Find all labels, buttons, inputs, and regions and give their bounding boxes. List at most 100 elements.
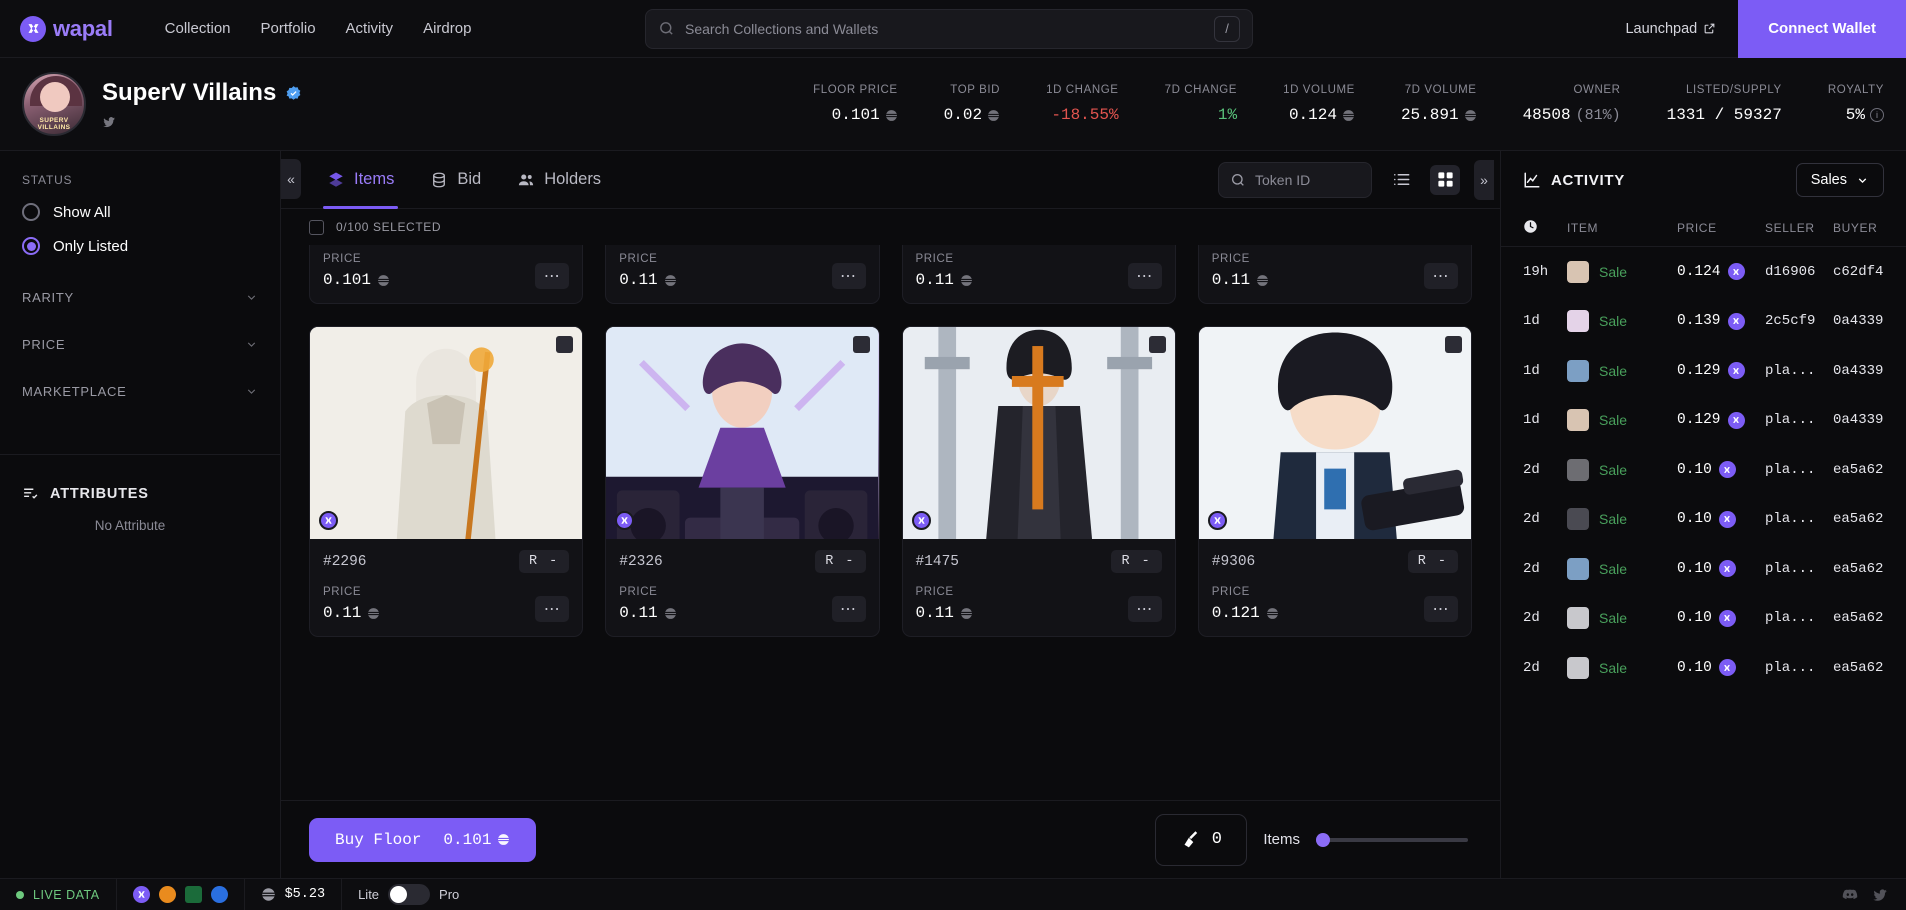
nft-artwork[interactable]	[606, 327, 879, 539]
nft-card[interactable]: #2296 R - PRICE 0.11 ⋯	[309, 326, 584, 637]
activity-row[interactable]: 1d Sale 0.139 2c5cf9 0a4339	[1501, 297, 1906, 347]
movement-chain-icon[interactable]	[184, 886, 202, 903]
collapse-sidebar-button[interactable]: «	[281, 159, 301, 199]
activity-seller[interactable]: 2c5cf9	[1765, 313, 1833, 329]
sweep-count-box[interactable]: 0	[1155, 813, 1248, 866]
activity-row[interactable]: 2d Sale 0.10 pla... ea5a62	[1501, 495, 1906, 545]
nft-artwork[interactable]	[902, 327, 1175, 539]
wapal-chain-icon[interactable]	[132, 886, 150, 903]
nav-link-portfolio[interactable]: Portfolio	[261, 20, 316, 37]
aptos-icon	[1257, 274, 1269, 286]
grid-view-toggle[interactable]	[1430, 164, 1460, 195]
launchpad-label: Launchpad	[1625, 20, 1698, 37]
main-body: STATUS Show All Only Listed RARITY PRICE…	[0, 151, 1906, 878]
wapal-logo[interactable]: wapal	[20, 15, 113, 42]
filter-accordion-price[interactable]: PRICE	[0, 328, 280, 361]
lite-pro-toggle[interactable]: Lite Pro	[342, 879, 475, 910]
items-grid-scroll[interactable]: PRICE 0.101 ⋯ PRICE 0.11 ⋯ PRICE 0.11 ⋯ …	[281, 245, 1500, 800]
buy-floor-button[interactable]: Buy Floor 0.101	[309, 817, 537, 862]
activity-row[interactable]: 2d Sale 0.10 pla... ea5a62	[1501, 643, 1906, 693]
activity-seller[interactable]: pla...	[1765, 561, 1833, 577]
nav-link-activity[interactable]: Activity	[346, 20, 394, 37]
activity-filter-dropdown[interactable]: Sales	[1795, 163, 1884, 197]
card-menu-button[interactable]: ⋯	[1127, 596, 1162, 622]
activity-buyer[interactable]: c62df4	[1833, 264, 1906, 280]
nft-artwork[interactable]	[310, 327, 583, 539]
nft-artwork[interactable]	[1198, 327, 1471, 539]
token-id-search-input[interactable]: Token ID	[1218, 161, 1372, 198]
status-option-only-listed[interactable]: Only Listed	[22, 237, 280, 255]
sweep-slider[interactable]	[1316, 832, 1468, 847]
card-partial[interactable]: PRICE 0.11 ⋯	[605, 245, 880, 304]
activity-buyer[interactable]: ea5a62	[1833, 561, 1906, 577]
card-partial[interactable]: PRICE 0.101 ⋯	[309, 245, 584, 304]
nav-link-collection[interactable]: Collection	[165, 20, 231, 37]
activity-seller[interactable]: pla...	[1765, 511, 1833, 527]
activity-buyer[interactable]: 0a4339	[1833, 363, 1906, 379]
mode-toggle-switch[interactable]	[388, 884, 431, 905]
activity-row[interactable]: 2d Sale 0.10 pla... ea5a62	[1501, 445, 1906, 495]
activity-buyer[interactable]: 0a4339	[1833, 412, 1906, 428]
nft-card[interactable]: #2326 R - PRICE 0.11 ⋯	[605, 326, 880, 637]
nft-card[interactable]: #9306 R - PRICE 0.121 ⋯	[1197, 326, 1472, 637]
filter-accordion-rarity[interactable]: RARITY	[0, 281, 280, 314]
tab-bid[interactable]: Bid	[412, 151, 499, 209]
global-search-input[interactable]: Search Collections and Wallets /	[645, 8, 1253, 49]
card-select-checkbox[interactable]	[1445, 336, 1462, 353]
twitter-icon[interactable]	[1872, 887, 1888, 903]
activity-buyer[interactable]: ea5a62	[1833, 511, 1906, 527]
card-menu-button[interactable]: ⋯	[831, 263, 866, 289]
filter-accordion-marketplace[interactable]: MARKETPLACE	[0, 375, 280, 408]
tab-holders[interactable]: Holders	[499, 151, 619, 209]
card-menu-button[interactable]: ⋯	[535, 596, 570, 622]
pro-label: Pro	[439, 887, 460, 902]
activity-buyer[interactable]: ea5a62	[1833, 462, 1906, 478]
launchpad-link[interactable]: Launchpad	[1625, 21, 1716, 37]
activity-row[interactable]: 2d Sale 0.10 pla... ea5a62	[1501, 594, 1906, 644]
aptos-orange-chain-icon[interactable]	[158, 886, 176, 903]
card-menu-button[interactable]: ⋯	[1424, 596, 1458, 622]
stat-royalty: ROYALTY 5% i	[1782, 84, 1884, 124]
attributes-header[interactable]: ATTRIBUTES	[22, 485, 280, 502]
card-menu-button[interactable]: ⋯	[535, 263, 570, 289]
activity-row[interactable]: 2d Sale 0.10 pla... ea5a62	[1501, 544, 1906, 594]
activity-seller[interactable]: pla...	[1765, 462, 1833, 478]
card-partial[interactable]: PRICE 0.11 ⋯	[901, 245, 1176, 304]
status-option-label: Only Listed	[53, 237, 129, 255]
card-menu-button[interactable]: ⋯	[1127, 263, 1162, 289]
activity-seller[interactable]: pla...	[1765, 660, 1833, 676]
list-view-toggle[interactable]	[1386, 165, 1416, 195]
activity-buyer[interactable]: ea5a62	[1833, 610, 1906, 626]
activity-row[interactable]: 1d Sale 0.129 pla... 0a4339	[1501, 396, 1906, 446]
activity-seller[interactable]: pla...	[1765, 412, 1833, 428]
twitter-icon[interactable]	[102, 115, 116, 129]
card-menu-button[interactable]: ⋯	[1424, 263, 1458, 289]
activity-row[interactable]: 19h Sale 0.124 d16906 c62df4	[1501, 247, 1906, 297]
wapal-marketplace-icon	[1727, 263, 1745, 281]
card-partial[interactable]: PRICE 0.11 ⋯	[1197, 245, 1472, 304]
select-all-checkbox[interactable]	[309, 219, 324, 235]
activity-seller[interactable]: d16906	[1765, 264, 1833, 280]
discord-icon[interactable]	[1842, 887, 1858, 903]
activity-item-thumbnail	[1567, 508, 1589, 531]
collapse-activity-button[interactable]: »	[1474, 159, 1494, 200]
card-select-checkbox[interactable]	[556, 336, 574, 353]
activity-buyer[interactable]: ea5a62	[1833, 660, 1906, 676]
sweep-slider-knob[interactable]	[1316, 832, 1330, 847]
activity-seller[interactable]: pla...	[1765, 363, 1833, 379]
card-select-checkbox[interactable]	[852, 336, 870, 353]
nav-link-airdrop[interactable]: Airdrop	[423, 20, 471, 37]
activity-seller[interactable]: pla...	[1765, 610, 1833, 626]
info-icon[interactable]: i	[1870, 108, 1884, 122]
card-menu-button[interactable]: ⋯	[831, 596, 866, 622]
status-option-show-all[interactable]: Show All	[22, 203, 280, 221]
nft-card[interactable]: #1475 R - PRICE 0.11 ⋯	[901, 326, 1176, 637]
sui-blue-chain-icon[interactable]	[210, 886, 228, 903]
collection-avatar[interactable]: SUPERV VILLAINS	[22, 72, 86, 136]
activity-buyer[interactable]: 0a4339	[1833, 313, 1906, 329]
chevron-down-icon	[1858, 177, 1867, 183]
connect-wallet-button[interactable]: Connect Wallet	[1738, 0, 1906, 58]
activity-row[interactable]: 1d Sale 0.129 pla... 0a4339	[1501, 346, 1906, 396]
card-select-checkbox[interactable]	[1148, 336, 1166, 353]
tab-items[interactable]: Items	[309, 151, 412, 209]
